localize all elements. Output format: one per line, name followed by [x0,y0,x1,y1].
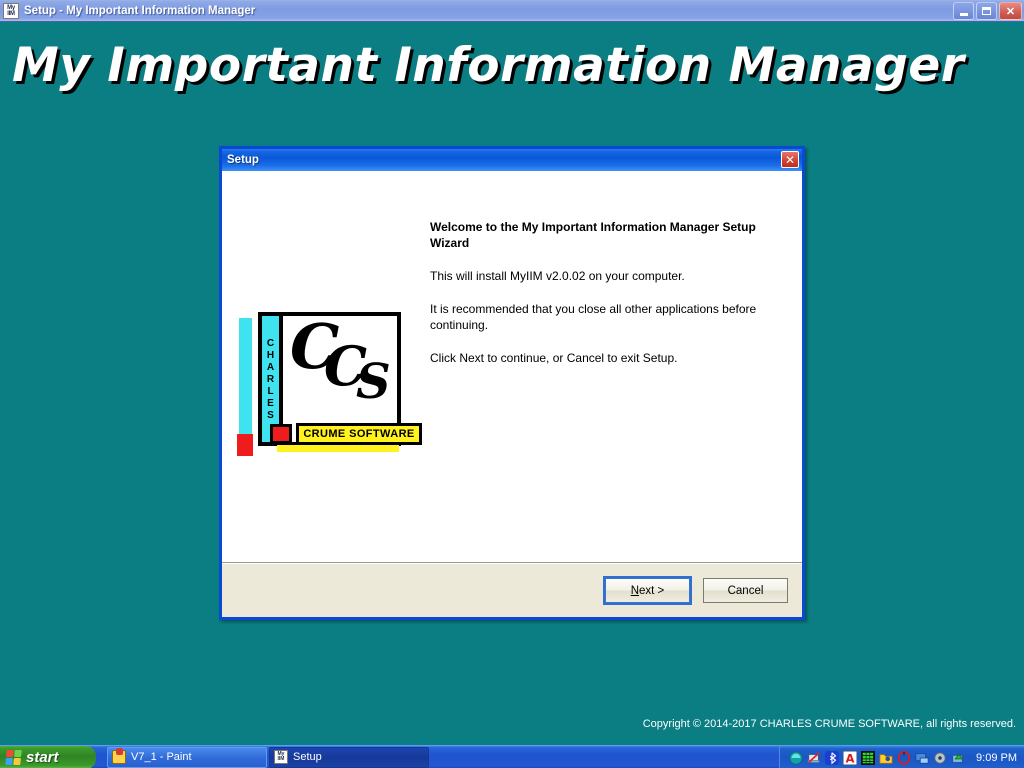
logo-charles-letter: L [267,385,274,397]
dialog-body: C H A R L E S C C S CRUME SOFTWARE Welco… [222,171,802,563]
setup-dialog: Setup ✕ C H A R L E S C C S CRUME SOFTWA… [219,146,805,620]
svg-text:A: A [846,751,855,765]
ccs-logo: C H A R L E S C C S CRUME SOFTWARE [237,310,422,464]
logo-charles-letter: S [267,409,274,421]
myiim-app-icon: My IIM [3,2,19,19]
logo-main-box: C H A R L E S C C S CRUME SOFTWARE [258,310,422,446]
taskbar-clock[interactable]: 9:09 PM [976,752,1017,764]
dialog-close-icon[interactable]: ✕ [781,151,799,168]
cancel-button[interactable]: Cancel [703,578,788,603]
minimize-icon [959,12,968,16]
wizard-heading: Welcome to the My Important Information … [430,220,756,250]
network-disconnected-icon[interactable] [807,751,821,765]
minimize-button[interactable] [953,2,974,20]
logo-charles-letter: H [266,349,275,361]
logo-charles-letter: E [267,397,274,409]
start-button-label: start [26,748,59,766]
wizard-paragraph-recommendation: It is recommended that you close all oth… [430,302,757,332]
logo-letter-s: S [356,354,391,410]
taskbar-item-label: V7_1 - Paint [131,751,192,763]
window-controls: ✕ [953,2,1022,20]
red-circle-icon[interactable] [897,750,911,765]
bluetooth-icon[interactable] [825,750,840,765]
outer-window-titlebar[interactable]: My IIM Setup - My Important Information … [0,0,1024,22]
yellow-folder-icon[interactable] [879,751,893,765]
logo-cyan-bar [239,318,252,440]
task-button-list: V7_1 - Paint My IIM Setup [107,746,429,768]
dialog-titlebar[interactable]: Setup ✕ [222,149,802,171]
myiim-icon-line2: IIM [277,756,285,762]
green-arrow-icon[interactable] [951,751,965,765]
logo-charles-letter: R [266,373,275,385]
taskbar-item-setup[interactable]: My IIM Setup [269,746,429,768]
restore-button[interactable] [976,2,997,20]
logo-red-box [270,424,292,444]
start-button[interactable]: start [0,745,96,768]
paint-icon [112,748,126,764]
blue-screen-icon[interactable] [915,751,929,765]
logo-company-name: CRUME SOFTWARE [303,428,415,440]
green-bars-icon[interactable] [861,750,876,765]
wizard-paragraph-instruction: Click Next to continue, or Cancel to exi… [430,351,678,365]
windows-logo-icon [5,749,22,765]
wizard-text-block: Welcome to the My Important Information … [430,219,770,383]
next-button-accelerator: N [630,584,640,597]
next-button-label: ext > [639,584,665,597]
logo-red-accent [237,434,253,456]
outer-window-title: Setup - My Important Information Manager [24,4,256,17]
logo-charles-letter: A [266,361,275,373]
application-window: My IIM Setup - My Important Information … [0,0,1024,745]
logo-ccs-letters: C C S [286,310,397,418]
wizard-paragraph-install: This will install MyIIM v2.0.02 on your … [430,269,685,283]
next-button[interactable]: Next > [603,576,692,605]
dialog-title: Setup [227,154,259,166]
red-a-icon[interactable]: A [843,750,858,765]
system-tray: A 9:09 PM [779,746,1024,768]
taskbar-item-label: Setup [293,751,322,763]
myiim-icon: My IIM [274,750,288,764]
close-button[interactable]: ✕ [999,2,1022,20]
app-banner-title: My Important Information Manager [12,38,965,93]
copyright-notice: Copyright © 2014-2017 CHARLES CRUME SOFT… [642,718,1016,730]
teal-orb-icon[interactable] [789,750,803,765]
restore-icon [982,7,991,15]
app-icon-line2: IIM [7,10,15,17]
taskbar: start V7_1 - Paint My IIM Setup A 9:09 P… [0,745,1024,768]
cancel-button-label: Cancel [727,584,764,597]
logo-charles-letter: C [266,337,275,349]
logo-yellow-strip [277,445,399,452]
dialog-footer: Next > Cancel [222,563,802,617]
taskbar-item-paint[interactable]: V7_1 - Paint [107,746,267,768]
logo-company-banner: CRUME SOFTWARE [296,423,422,445]
gray-disc-icon[interactable] [933,751,947,765]
